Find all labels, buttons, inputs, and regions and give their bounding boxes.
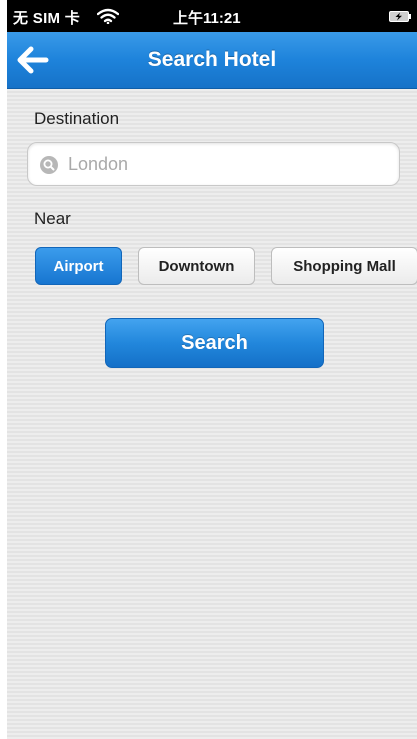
destination-input[interactable]: [68, 143, 388, 185]
navigation-bar: Search Hotel: [7, 32, 417, 89]
wifi-icon: [97, 8, 119, 24]
status-time: 上午11:21: [173, 10, 241, 27]
near-option-airport[interactable]: Airport: [35, 247, 122, 285]
near-option-shopping-mall[interactable]: Shopping Mall: [271, 247, 417, 285]
search-form: Destination Near Airport Downtown Shoppi…: [7, 89, 417, 739]
page-title: Search Hotel: [147, 48, 277, 71]
status-bar: 无 SIM 卡 上午11:21: [7, 0, 417, 32]
battery-charging-icon: [389, 11, 411, 22]
near-option-downtown[interactable]: Downtown: [138, 247, 255, 285]
destination-field[interactable]: [27, 142, 400, 186]
near-label: Near: [34, 209, 71, 228]
app-frame: 无 SIM 卡 上午11:21 Search Hotel Destination: [7, 0, 417, 739]
search-icon: [40, 156, 58, 174]
destination-label: Destination: [34, 109, 120, 128]
carrier-label: 无 SIM 卡: [13, 10, 81, 27]
search-button[interactable]: Search: [105, 318, 324, 368]
